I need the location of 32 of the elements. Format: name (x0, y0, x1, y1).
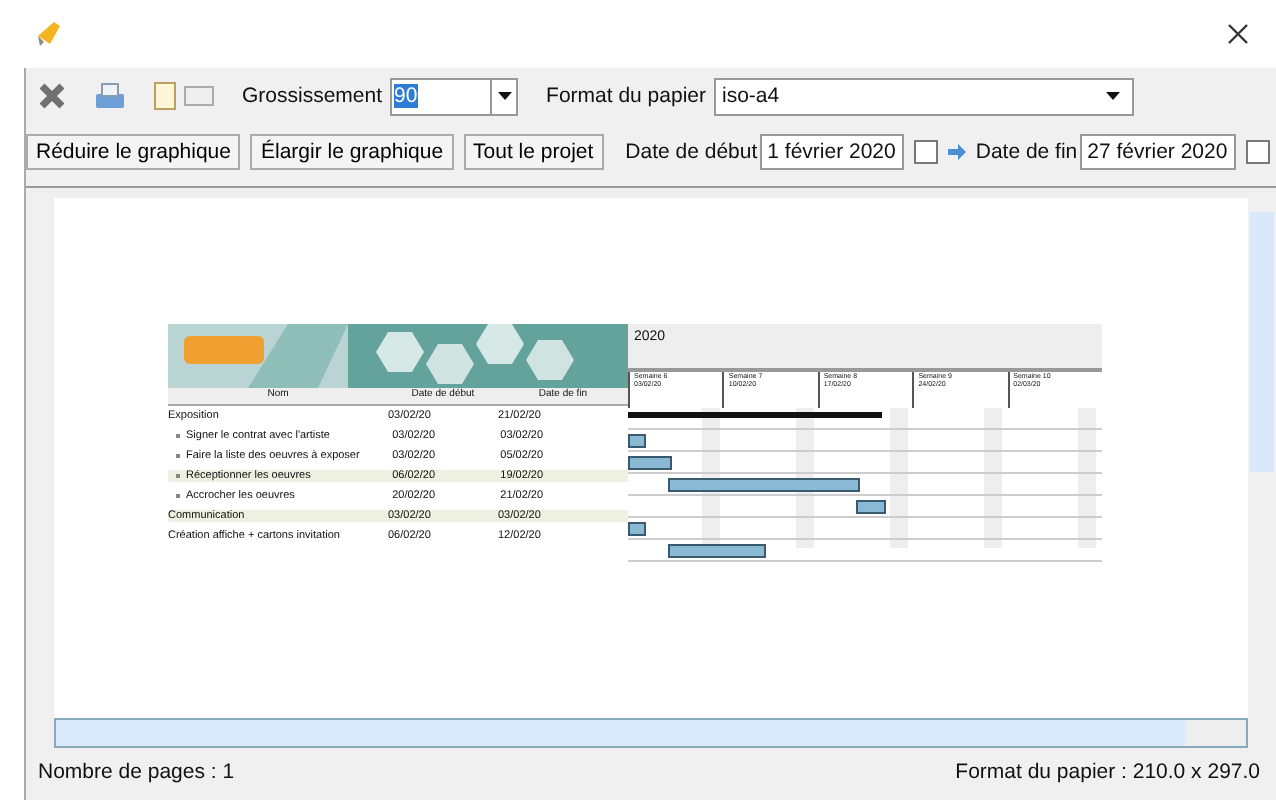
end-date-label: Date de fin (975, 139, 1078, 163)
start-date-field[interactable]: 1 février 2020 (759, 133, 904, 169)
weekend-shading (1078, 408, 1096, 548)
task-bar (628, 434, 646, 448)
start-date-label: Date de début (625, 139, 758, 163)
weekend-shading (984, 408, 1002, 548)
dropdown-arrow-icon (497, 92, 512, 100)
printer-icon[interactable] (94, 80, 126, 112)
task-bar (628, 456, 673, 470)
paper-format-combo[interactable]: iso-a4 (714, 77, 1134, 115)
task-bar (855, 500, 887, 514)
paper-size: Format du papier : 210.0 x 297.0 (955, 760, 1260, 784)
arrow-icon (947, 143, 966, 159)
calendar-button[interactable] (913, 139, 938, 163)
paper-format-label: Format du papier (546, 84, 706, 108)
calendar-button[interactable] (1245, 139, 1270, 163)
app-logo-icon (32, 18, 64, 50)
end-date-field[interactable]: 27 février 2020 (1079, 133, 1236, 169)
weekend-shading (890, 408, 908, 548)
chart-button[interactable]: Élargir le graphique (250, 133, 454, 169)
close-icon[interactable] (1228, 24, 1248, 44)
task-bar (668, 544, 766, 558)
landscape-page-icon[interactable] (184, 84, 214, 108)
page-icon[interactable] (154, 82, 176, 110)
task-bar (628, 522, 646, 536)
chart-button[interactable]: Tout le projet (463, 133, 604, 169)
zoom-label: Grossissement (242, 84, 383, 108)
page-count: Nombre de pages : 1 (38, 760, 235, 784)
chart-button[interactable]: Réduire le graphique (26, 133, 241, 169)
dropdown-arrow-icon (1106, 92, 1120, 100)
zoom-combo[interactable]: 90 (390, 77, 519, 115)
horizontal-scrollbar[interactable] (54, 718, 1248, 748)
